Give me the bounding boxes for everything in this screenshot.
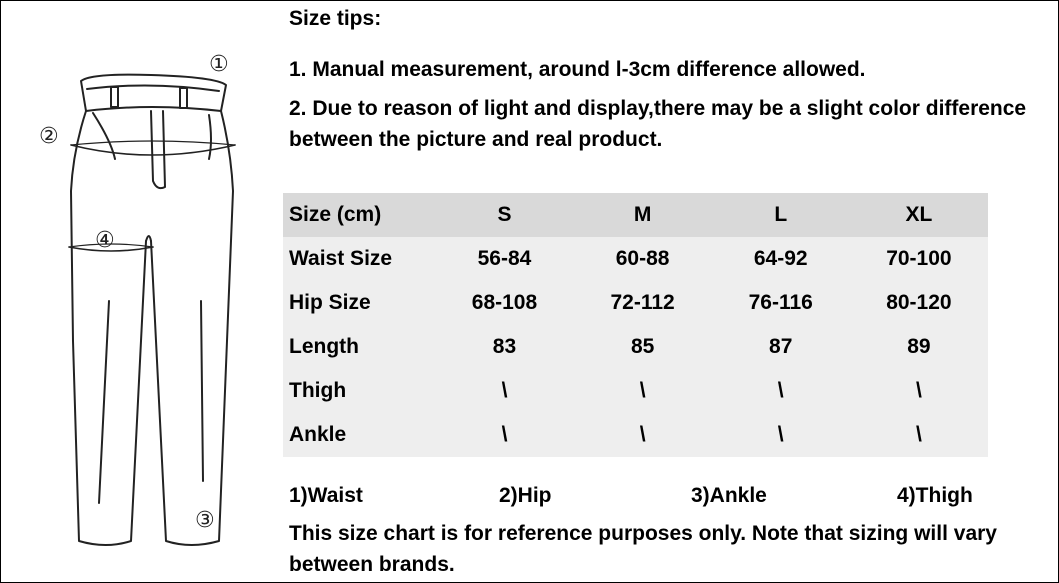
size-table: Size (cm) S M L XL Waist Size 56-84 60-8… [283,193,988,457]
table-cell: \ [915,423,922,446]
table-row: Ankle \ \ \ \ [283,413,988,457]
header-cell: XL [905,203,933,226]
tips-title: Size tips: [289,7,382,30]
table-cell: 70-100 [886,247,952,270]
table-cell: 80-120 [886,291,952,314]
pocket-right [208,114,212,160]
row-label: Hip Size [289,291,371,314]
header-cell: S [497,203,512,226]
table-cell: \ [639,379,646,402]
table-cell: 76-116 [748,291,813,314]
table-cell: \ [639,423,646,446]
legend-ankle: 3)Ankle [691,484,767,507]
header-cell: M [633,203,652,226]
table-cell: 64-92 [753,247,808,270]
marker-thigh: ④ [95,228,115,253]
belt-loop-left [110,86,119,108]
marker-hip: ② [39,124,59,149]
row-label: Ankle [289,423,347,446]
legend-thigh: 4)Thigh [897,484,973,507]
table-cell: \ [915,379,922,402]
table-header-row: Size (cm) S M L XL [283,193,988,237]
table-row: Waist Size 56-84 60-88 64-92 70-100 [283,237,988,281]
table-cell: 68-108 [471,291,538,314]
marker-ankle: ③ [195,508,215,533]
table-row: Length 83 85 87 89 [283,325,988,369]
tip-2: 2. Due to reason of light and display,th… [289,97,1027,151]
reference-note: This size chart is for reference purpose… [289,522,997,576]
row-label: Thigh [289,379,347,402]
table-cell: 87 [769,335,793,358]
table-cell: 72-112 [610,291,675,314]
fly-line [150,110,166,190]
legend-waist: 1)Waist [289,484,363,507]
header-cell: L [774,203,788,226]
table-cell: \ [501,379,508,402]
table-cell: \ [501,423,508,446]
waistband-inner [86,84,220,92]
table-cell: \ [777,379,784,402]
belt-loop-right [179,87,188,109]
header-cell: Size (cm) [289,203,382,226]
tip-1: 1. Manual measurement, around l-3cm diff… [289,58,866,81]
legend-hip: 2)Hip [499,484,552,507]
marker-waist: ① [209,52,229,77]
table-cell: 85 [630,335,655,358]
waistband-outline [80,73,227,112]
table-cell: 89 [907,335,931,358]
table-cell: 83 [492,335,517,358]
row-label: Waist Size [289,247,393,270]
crotch-line [145,235,152,242]
crease-left [98,300,110,504]
right-leg-outline [150,110,234,546]
table-cell: 56-84 [477,247,532,270]
table-row: Hip Size 68-108 72-112 76-116 80-120 [283,281,988,325]
table-cell: 60-88 [615,247,670,270]
table-row: Thigh \ \ \ \ [283,369,988,413]
pants-diagram: ① ② ④ ③ [39,52,236,546]
crease-right [200,300,204,482]
table-cell: \ [777,423,784,446]
size-chart-frame: ① ② ④ ③ Size tips: 1. Manual measurement… [0,0,1059,583]
row-label: Length [289,335,359,358]
